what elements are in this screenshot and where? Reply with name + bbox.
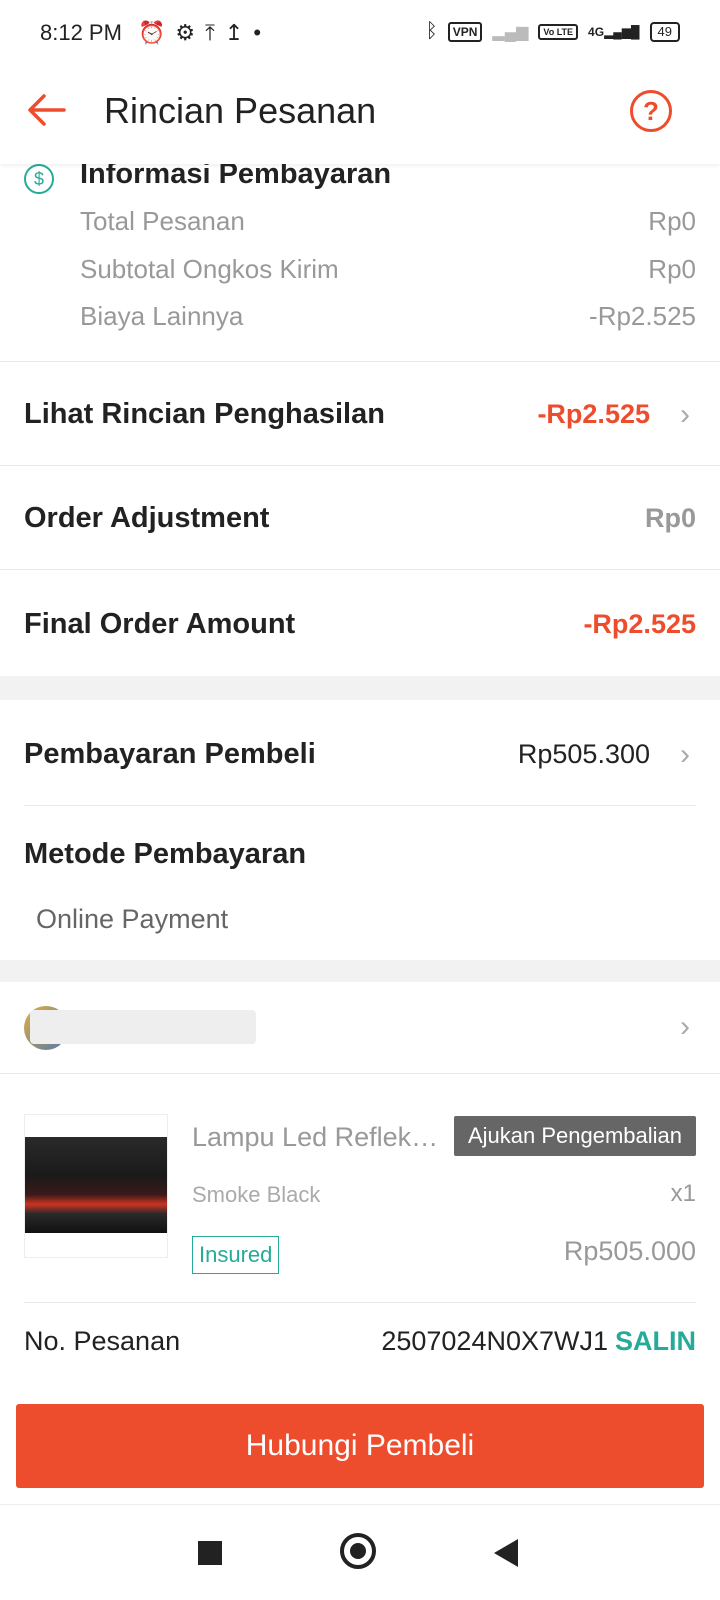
arrow-left-icon[interactable] (24, 88, 68, 132)
income-details-row[interactable]: Lihat Rincian Penghasilan -Rp2.525 › (0, 362, 720, 466)
app-bar: Rincian Pesanan ? (0, 68, 720, 164)
income-details-value: -Rp2.525 (537, 399, 650, 429)
buyer-payment-row[interactable]: Pembayaran Pembeli Rp505.300 › (0, 700, 720, 806)
payment-method-section: Metode Pembayaran Online Payment (0, 806, 720, 960)
request-return-button[interactable]: Ajukan Pengembalian (453, 1116, 696, 1156)
copy-button[interactable]: SALIN (615, 1326, 696, 1357)
chevron-right-icon: › (680, 1010, 690, 1043)
chevron-right-icon: › (680, 398, 690, 431)
system-nav-bar (0, 1504, 720, 1600)
status-bar: 8:12 PM ⏰ ⚙ ⤒ ↥ • ᛒ VPN ▂▄▆ Vo LTE 4G▂▄▆… (0, 0, 720, 68)
payment-row-shipping: Subtotal Ongkos Kirim Rp0 (80, 254, 696, 294)
contact-buyer-button[interactable]: Hubungi Pembeli (16, 1404, 704, 1488)
back-triangle-icon[interactable] (494, 1539, 518, 1567)
payment-info-section: $ Informasi Pembayaran Total Pesanan Rp0… (0, 158, 720, 362)
upload-icon: ⤒ (205, 20, 215, 45)
product-thumbnail[interactable] (24, 1114, 168, 1258)
payment-method-label: Metode Pembayaran (24, 838, 307, 870)
product-item: Lampu Led Reflek… Ajukan Pengembalian Sm… (0, 1074, 720, 1302)
payment-row-value: Rp0 (648, 206, 696, 236)
dot-icon: • (253, 20, 262, 45)
vpn-icon: VPN (447, 21, 483, 42)
order-number-row: No. Pesanan 2507024N0X7WJ1 SALIN (0, 1302, 720, 1386)
order-adjustment-label: Order Adjustment (24, 502, 270, 534)
payment-row-label: Subtotal Ongkos Kirim (80, 254, 339, 284)
product-name[interactable]: Lampu Led Reflek… (192, 1122, 442, 1153)
final-amount-label: Final Order Amount (24, 608, 296, 640)
alarm-icon: ⏰ (138, 20, 166, 45)
payment-row-label: Total Pesanan (80, 206, 245, 236)
gear-icon: ⚙ (175, 20, 196, 45)
question-circle-icon[interactable]: ? (630, 90, 672, 132)
payment-row-total: Total Pesanan Rp0 (80, 206, 696, 246)
insured-badge: Insured (192, 1236, 280, 1274)
order-adjustment-value: Rp0 (644, 503, 696, 533)
product-image (25, 1137, 167, 1233)
bluetooth-icon: ᛒ (425, 20, 438, 42)
final-amount-value: -Rp2.525 (583, 609, 696, 639)
status-right-icons: ᛒ VPN ▂▄▆ Vo LTE 4G▂▄▆█ 49 (426, 20, 680, 43)
product-price: Rp505.000 (563, 1236, 696, 1266)
network-4g-icon: 4G▂▄▆█ (588, 24, 640, 39)
buyer-name-redacted (30, 1010, 256, 1044)
order-number-label: No. Pesanan (24, 1326, 181, 1356)
battery-icon: 49 (649, 21, 680, 42)
buyer-payment-label: Pembayaran Pembeli (24, 738, 316, 770)
product-quantity: x1 (670, 1180, 696, 1207)
payment-row-other-fees: Biaya Lainnya -Rp2.525 (80, 301, 696, 341)
income-details-label: Lihat Rincian Penghasilan (24, 398, 385, 430)
buyer-payment-value: Rp505.300 (517, 739, 650, 769)
network-type: 4G (588, 24, 605, 39)
dollar-circle-icon: $ (24, 164, 54, 194)
product-variant: Smoke Black (192, 1182, 321, 1207)
payment-row-label: Biaya Lainnya (80, 301, 244, 331)
payment-row-value: Rp0 (648, 254, 696, 284)
buyer-shop-row[interactable]: › (0, 982, 720, 1074)
recents-icon[interactable] (198, 1541, 222, 1565)
order-number-value: 2507024N0X7WJ1 (381, 1326, 608, 1356)
section-divider (0, 676, 720, 700)
status-time: 8:12 PM (40, 20, 122, 45)
order-adjustment-row: Order Adjustment Rp0 (0, 466, 720, 570)
payment-method-value: Online Payment (36, 904, 229, 934)
status-left-icons: ⏰ ⚙ ⤒ ↥ • (138, 20, 261, 46)
upload-icon: ↥ (224, 20, 244, 45)
home-icon[interactable] (340, 1533, 376, 1569)
payment-row-value: -Rp2.525 (589, 301, 696, 331)
chevron-right-icon: › (680, 738, 690, 771)
row-divider (24, 1302, 696, 1303)
volte-icon: Vo LTE (538, 23, 579, 40)
final-amount-row: Final Order Amount -Rp2.525 (0, 570, 720, 676)
page-title: Rincian Pesanan (104, 90, 377, 131)
signal-icon: ▂▄▆ (492, 23, 529, 41)
section-divider (0, 960, 720, 982)
